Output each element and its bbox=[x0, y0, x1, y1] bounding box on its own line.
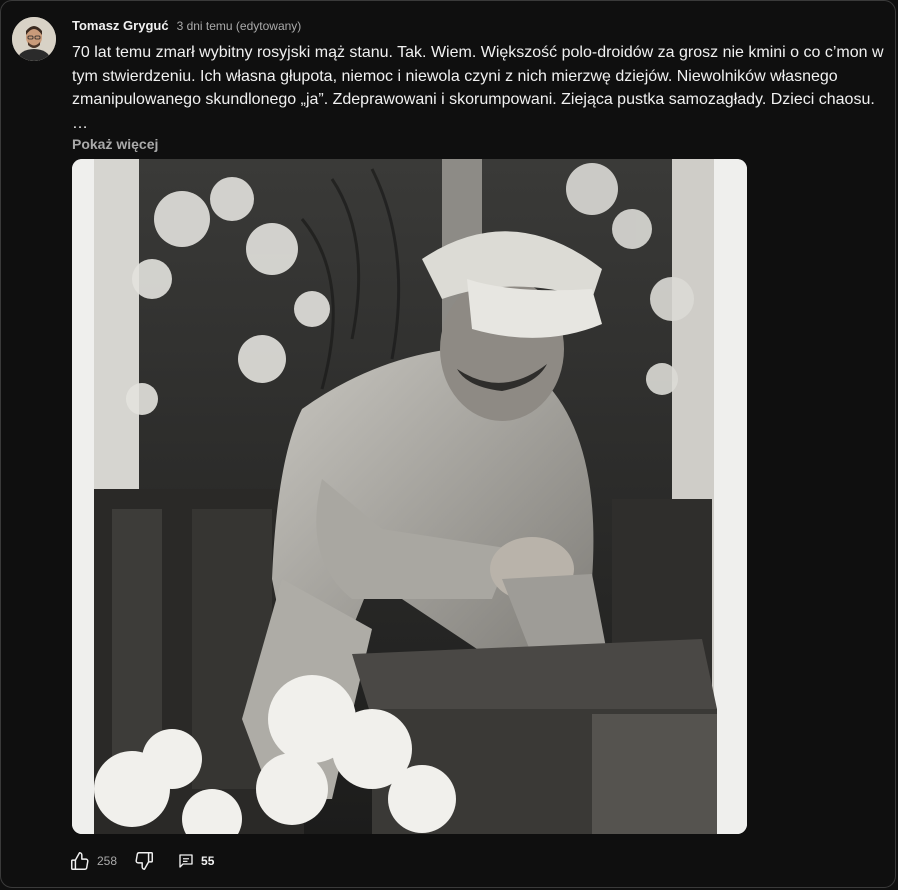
post-text: 70 lat temu zmarł wybitny rosyjski mąż s… bbox=[72, 44, 884, 132]
community-post-card: Tomasz Gryguć 3 dni temu (edytowany) 70 … bbox=[0, 0, 896, 888]
like-button[interactable]: 258 bbox=[69, 850, 117, 872]
post-actions: 258 55 bbox=[69, 850, 214, 872]
black-and-white-photo bbox=[72, 159, 747, 834]
thumbs-up-icon bbox=[71, 852, 89, 870]
post-image[interactable] bbox=[72, 159, 747, 834]
thumbs-down-icon bbox=[135, 852, 154, 870]
post-header: Tomasz Gryguć 3 dni temu (edytowany) bbox=[72, 18, 301, 33]
post-time[interactable]: 3 dni temu (edytowany) bbox=[177, 19, 302, 33]
show-more-button[interactable]: Pokaż więcej bbox=[72, 136, 158, 152]
avatar[interactable] bbox=[12, 17, 56, 61]
comments-button[interactable]: 55 bbox=[177, 852, 214, 870]
comment-count: 55 bbox=[201, 854, 215, 868]
dislike-button[interactable] bbox=[133, 850, 155, 872]
comment-icon bbox=[179, 854, 193, 868]
author-name[interactable]: Tomasz Gryguć bbox=[72, 18, 169, 33]
like-count: 258 bbox=[97, 854, 118, 868]
